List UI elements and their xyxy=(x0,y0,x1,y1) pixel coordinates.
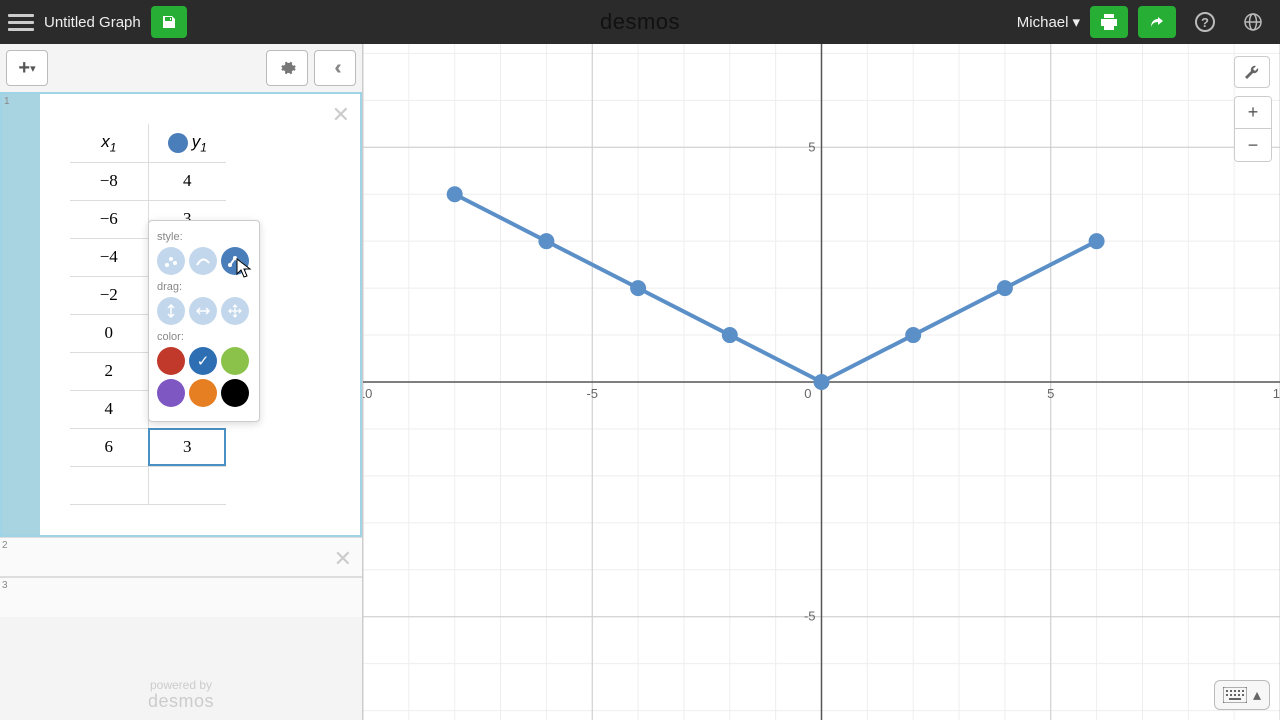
graph-controls: + − xyxy=(1234,56,1272,162)
drag-vertical-button[interactable] xyxy=(157,297,185,325)
globe-icon xyxy=(1243,12,1263,32)
graph-settings-button[interactable] xyxy=(1234,56,1270,88)
language-button[interactable] xyxy=(1234,6,1272,38)
color-swatch-black[interactable] xyxy=(221,379,249,407)
svg-text:10: 10 xyxy=(1273,386,1280,401)
graph-canvas[interactable]: -10 -5 0 5 10 5 -5 xyxy=(363,44,1280,720)
wrench-icon xyxy=(1244,64,1260,80)
table-row: 63 xyxy=(70,428,226,466)
color-swatch-blue[interactable] xyxy=(189,347,217,375)
chevron-down-icon: ▾ xyxy=(1072,13,1080,31)
expression-row-2[interactable]: 2 ✕ xyxy=(0,537,362,577)
add-expression-button[interactable]: +▾ xyxy=(6,50,48,86)
chevron-up-icon: ▴ xyxy=(1253,685,1261,705)
keyboard-icon xyxy=(1223,687,1247,703)
share-icon xyxy=(1149,14,1165,30)
expression-index: 1 xyxy=(4,96,10,107)
style-popup: style: drag: color: xyxy=(148,220,260,422)
settings-button[interactable] xyxy=(266,50,308,86)
expression-index: 3 xyxy=(2,580,8,591)
drag-horizontal-button[interactable] xyxy=(189,297,217,325)
popup-drag-label: drag: xyxy=(157,281,251,293)
expression-toolbar: +▾ ‹‹ xyxy=(0,44,362,92)
plot-svg: -10 -5 0 5 10 5 -5 xyxy=(363,44,1280,720)
drag-both-button[interactable] xyxy=(221,297,249,325)
help-button[interactable]: ? xyxy=(1186,6,1224,38)
share-button[interactable] xyxy=(1138,6,1176,38)
svg-text:5: 5 xyxy=(1047,386,1054,401)
brand-logo: desmos xyxy=(600,9,680,35)
zoom-in-button[interactable]: + xyxy=(1235,97,1271,129)
print-icon xyxy=(1100,14,1118,30)
table-header-x[interactable]: x1 xyxy=(70,124,148,162)
style-line-button[interactable] xyxy=(189,247,217,275)
style-points-line-button[interactable] xyxy=(221,247,249,275)
print-button[interactable] xyxy=(1090,6,1128,38)
svg-text:?: ? xyxy=(1201,15,1209,30)
chevron-left-icon: ‹‹ xyxy=(334,57,335,80)
powered-by-footer: powered by desmos xyxy=(0,668,362,720)
expression-panel: +▾ ‹‹ 1 ✕ x1 y1 −84 −63 xyxy=(0,44,363,720)
color-swatch-orange[interactable] xyxy=(189,379,217,407)
expression-tab[interactable] xyxy=(2,94,40,535)
svg-text:-5: -5 xyxy=(586,386,598,401)
expression-index: 2 xyxy=(2,540,8,551)
menu-icon[interactable] xyxy=(8,9,34,35)
graph-title[interactable]: Untitled Graph xyxy=(44,14,141,31)
help-icon: ? xyxy=(1195,12,1215,32)
save-icon xyxy=(161,14,177,30)
color-swatch-green[interactable] xyxy=(221,347,249,375)
collapse-panel-button[interactable]: ‹‹ xyxy=(314,50,356,86)
zoom-out-button[interactable]: − xyxy=(1235,129,1271,161)
table-header-y[interactable]: y1 xyxy=(148,124,226,162)
svg-text:5: 5 xyxy=(808,139,815,154)
color-swatch-purple[interactable] xyxy=(157,379,185,407)
table-row: −84 xyxy=(70,162,226,200)
color-swatch-red[interactable] xyxy=(157,347,185,375)
style-points-button[interactable] xyxy=(157,247,185,275)
series-style-icon[interactable] xyxy=(168,133,188,153)
user-menu[interactable]: Michael ▾ xyxy=(1017,13,1080,31)
gear-icon xyxy=(278,59,296,77)
minus-icon: − xyxy=(1248,135,1259,156)
popup-color-label: color: xyxy=(157,331,251,343)
save-button[interactable] xyxy=(151,6,187,38)
plus-icon: + xyxy=(1248,102,1259,123)
svg-text:-10: -10 xyxy=(363,386,372,401)
svg-text:-5: -5 xyxy=(804,609,816,624)
delete-expression-button[interactable]: ✕ xyxy=(332,102,350,128)
popup-style-label: style: xyxy=(157,231,251,243)
app-header: Untitled Graph desmos Michael ▾ ? xyxy=(0,0,1280,44)
keyboard-toggle[interactable]: ▴ xyxy=(1214,680,1270,710)
expression-row-3[interactable]: 3 xyxy=(0,577,362,617)
svg-text:0: 0 xyxy=(804,386,811,401)
user-name: Michael xyxy=(1017,14,1069,31)
delete-expression-button[interactable]: ✕ xyxy=(334,546,352,572)
table-row-empty xyxy=(70,466,226,504)
